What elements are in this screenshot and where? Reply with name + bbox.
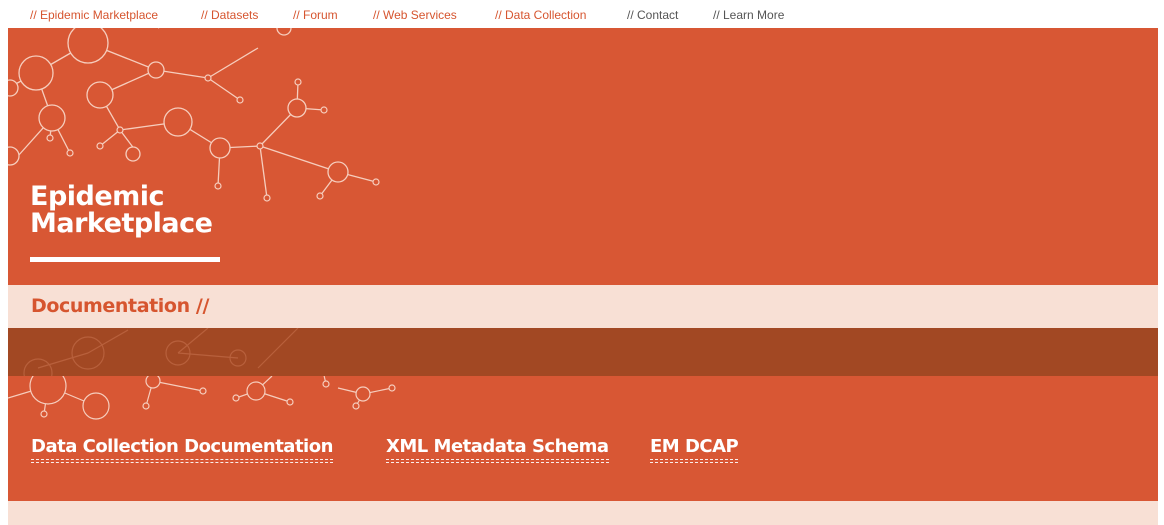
brand-line-1: Epidemic: [30, 181, 165, 212]
link-label: XML Metadata Schema: [386, 436, 609, 457]
network-graphic-faded: [23, 328, 299, 376]
footer-band: [8, 501, 1158, 525]
dashed-underline: [650, 459, 739, 463]
nav-link-contact[interactable]: // Contact: [627, 8, 678, 22]
dark-decorative-band: [8, 328, 1158, 376]
nav-link-datasets[interactable]: // Datasets: [201, 8, 258, 22]
nav-link-learn-more[interactable]: // Learn More: [713, 8, 784, 22]
documentation-header-band: Documentation //: [8, 285, 1158, 328]
site-logo-text[interactable]: Epidemic Marketplace: [30, 181, 213, 239]
network-graphic-lower: [8, 376, 396, 420]
brand-underline: [30, 257, 220, 262]
link-data-collection-documentation[interactable]: Data Collection Documentation: [31, 436, 333, 463]
link-label: Data Collection Documentation: [31, 436, 333, 457]
dashed-underline: [386, 459, 609, 463]
documentation-links-band: Data Collection Documentation XML Metada…: [8, 376, 1158, 501]
nav-link-forum[interactable]: // Forum: [293, 8, 338, 22]
nav-link-web-services[interactable]: // Web Services: [373, 8, 457, 22]
dashed-underline: [31, 459, 333, 463]
link-em-dcap[interactable]: EM DCAP: [650, 436, 739, 463]
link-label: EM DCAP: [650, 436, 739, 457]
top-navigation: // Epidemic Marketplace // Datasets // F…: [0, 0, 1164, 28]
nav-link-epidemic-marketplace[interactable]: // Epidemic Marketplace: [30, 8, 158, 22]
brand-line-2: Marketplace: [30, 208, 213, 239]
link-xml-metadata-schema[interactable]: XML Metadata Schema: [386, 436, 609, 463]
section-title: Documentation //: [31, 295, 209, 317]
nav-link-data-collection[interactable]: // Data Collection: [495, 8, 586, 22]
hero-banner: Epidemic Marketplace: [8, 28, 1158, 285]
